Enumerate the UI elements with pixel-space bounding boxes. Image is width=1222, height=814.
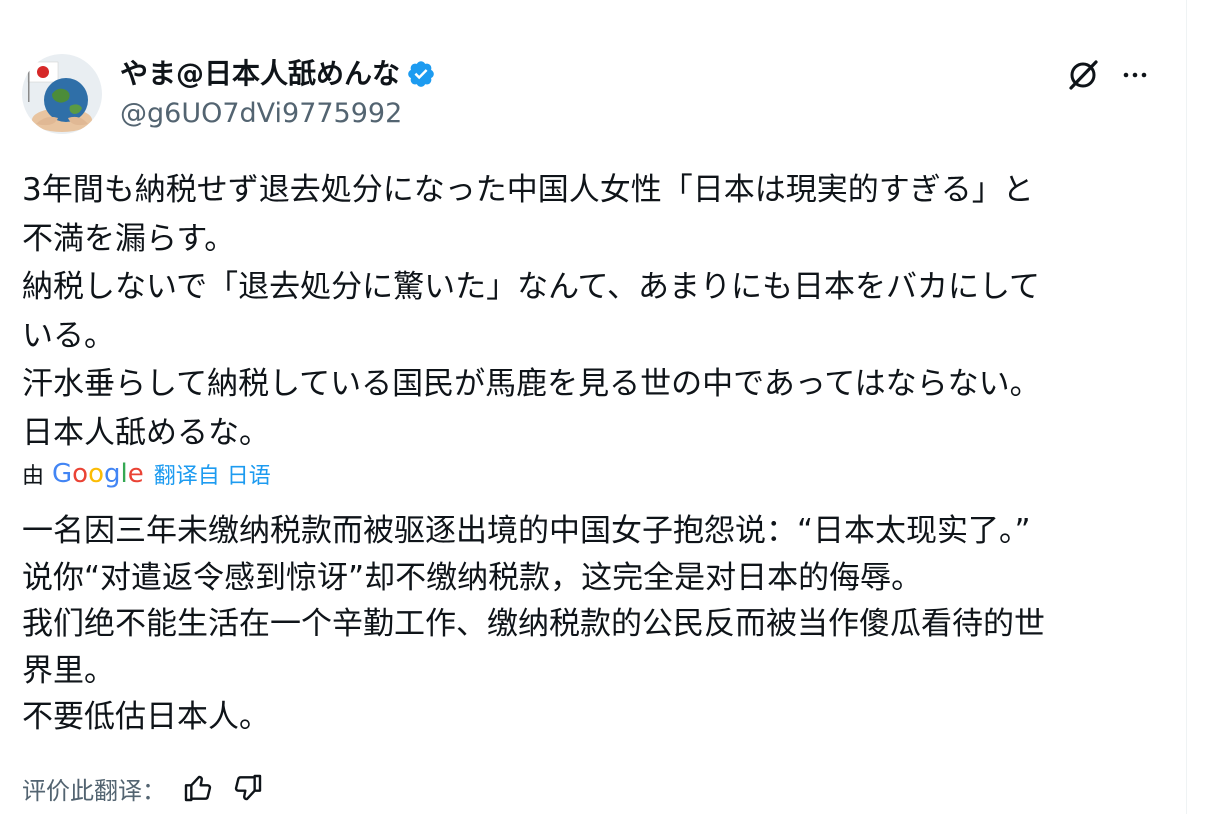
translated-text-line: 不要低估日本人。 xyxy=(22,699,270,735)
tweet-text-line: 不満を漏らす。 xyxy=(22,220,236,257)
author-handle[interactable]: @g6UO7dVi9775992 xyxy=(120,96,402,132)
tweet-header: やま@日本人舐めんな @g6UO7dVi9775992 xyxy=(22,52,1152,136)
column-divider xyxy=(1186,0,1187,814)
tweet-text-line: 3年間も納税せず退去処分になった中国人女性「日本は現実的すぎる」と xyxy=(22,172,1034,208)
translated-text-line: 我们绝不能生活在一个辛勤工作、缴纳税款的公民反而被当作傻瓜看待的世 xyxy=(22,606,1045,642)
thumbs-down-icon[interactable] xyxy=(232,772,264,804)
avatar-earth-image xyxy=(22,54,102,134)
translated-text: 一名因三年未缴纳税款而被驱逐出境的中国女子抱怨说：“日本太现实了。” 说你“对遣… xyxy=(22,508,1167,741)
avatar[interactable] xyxy=(22,54,102,134)
rate-translation-label: 评价此翻译： xyxy=(22,776,166,805)
tweet-original-text: 3年間も納税せず退去処分になった中国人女性「日本は現実的すぎる」と 不満を漏らす… xyxy=(22,166,1162,457)
google-logo-letter: e xyxy=(127,459,144,489)
translated-text-line: 界里。 xyxy=(22,652,115,689)
google-logo: Google xyxy=(52,459,144,489)
translation-attribution: 由 Google 翻译自 日语 xyxy=(22,456,271,492)
translated-by-label: 由 xyxy=(22,464,45,489)
author-name-row[interactable]: やま@日本人舐めんな xyxy=(120,56,436,92)
tweet-text-line: 汗水垂らして納税している国民が馬鹿を見る世の中であってはならない。 xyxy=(22,366,1041,402)
tweet-text-line: 日本人舐めるな。 xyxy=(22,414,270,451)
verified-badge-icon xyxy=(408,61,434,87)
tweet-actions xyxy=(1066,58,1152,92)
thumbs-up-icon[interactable] xyxy=(182,772,214,804)
tweet-text-line: いる。 xyxy=(22,317,115,354)
tweet-text-line: 納税しないで「退去処分に驚いた」なんて、あまりにも日本をバカにして xyxy=(22,269,1041,305)
grok-icon[interactable] xyxy=(1066,58,1100,92)
google-logo-letter: g xyxy=(104,459,121,489)
more-icon[interactable] xyxy=(1118,58,1152,92)
google-logo-letter: o xyxy=(72,459,89,489)
google-logo-letter: o xyxy=(88,459,105,489)
author-display-name[interactable]: やま@日本人舐めんな xyxy=(120,56,400,92)
translated-text-line: 说你“对遣返令感到惊讶”却不缴纳税款，这完全是对日本的侮辱。 xyxy=(22,559,923,596)
rate-translation-row: 评价此翻译： xyxy=(22,768,282,808)
translated-from-link[interactable]: 翻译自 日语 xyxy=(154,458,271,490)
translated-text-line: 一名因三年未缴纳税款而被驱逐出境的中国女子抱怨说：“日本太现实了。” xyxy=(22,513,1031,549)
google-logo-letter: l xyxy=(120,459,128,489)
google-logo-letter: G xyxy=(52,459,73,489)
